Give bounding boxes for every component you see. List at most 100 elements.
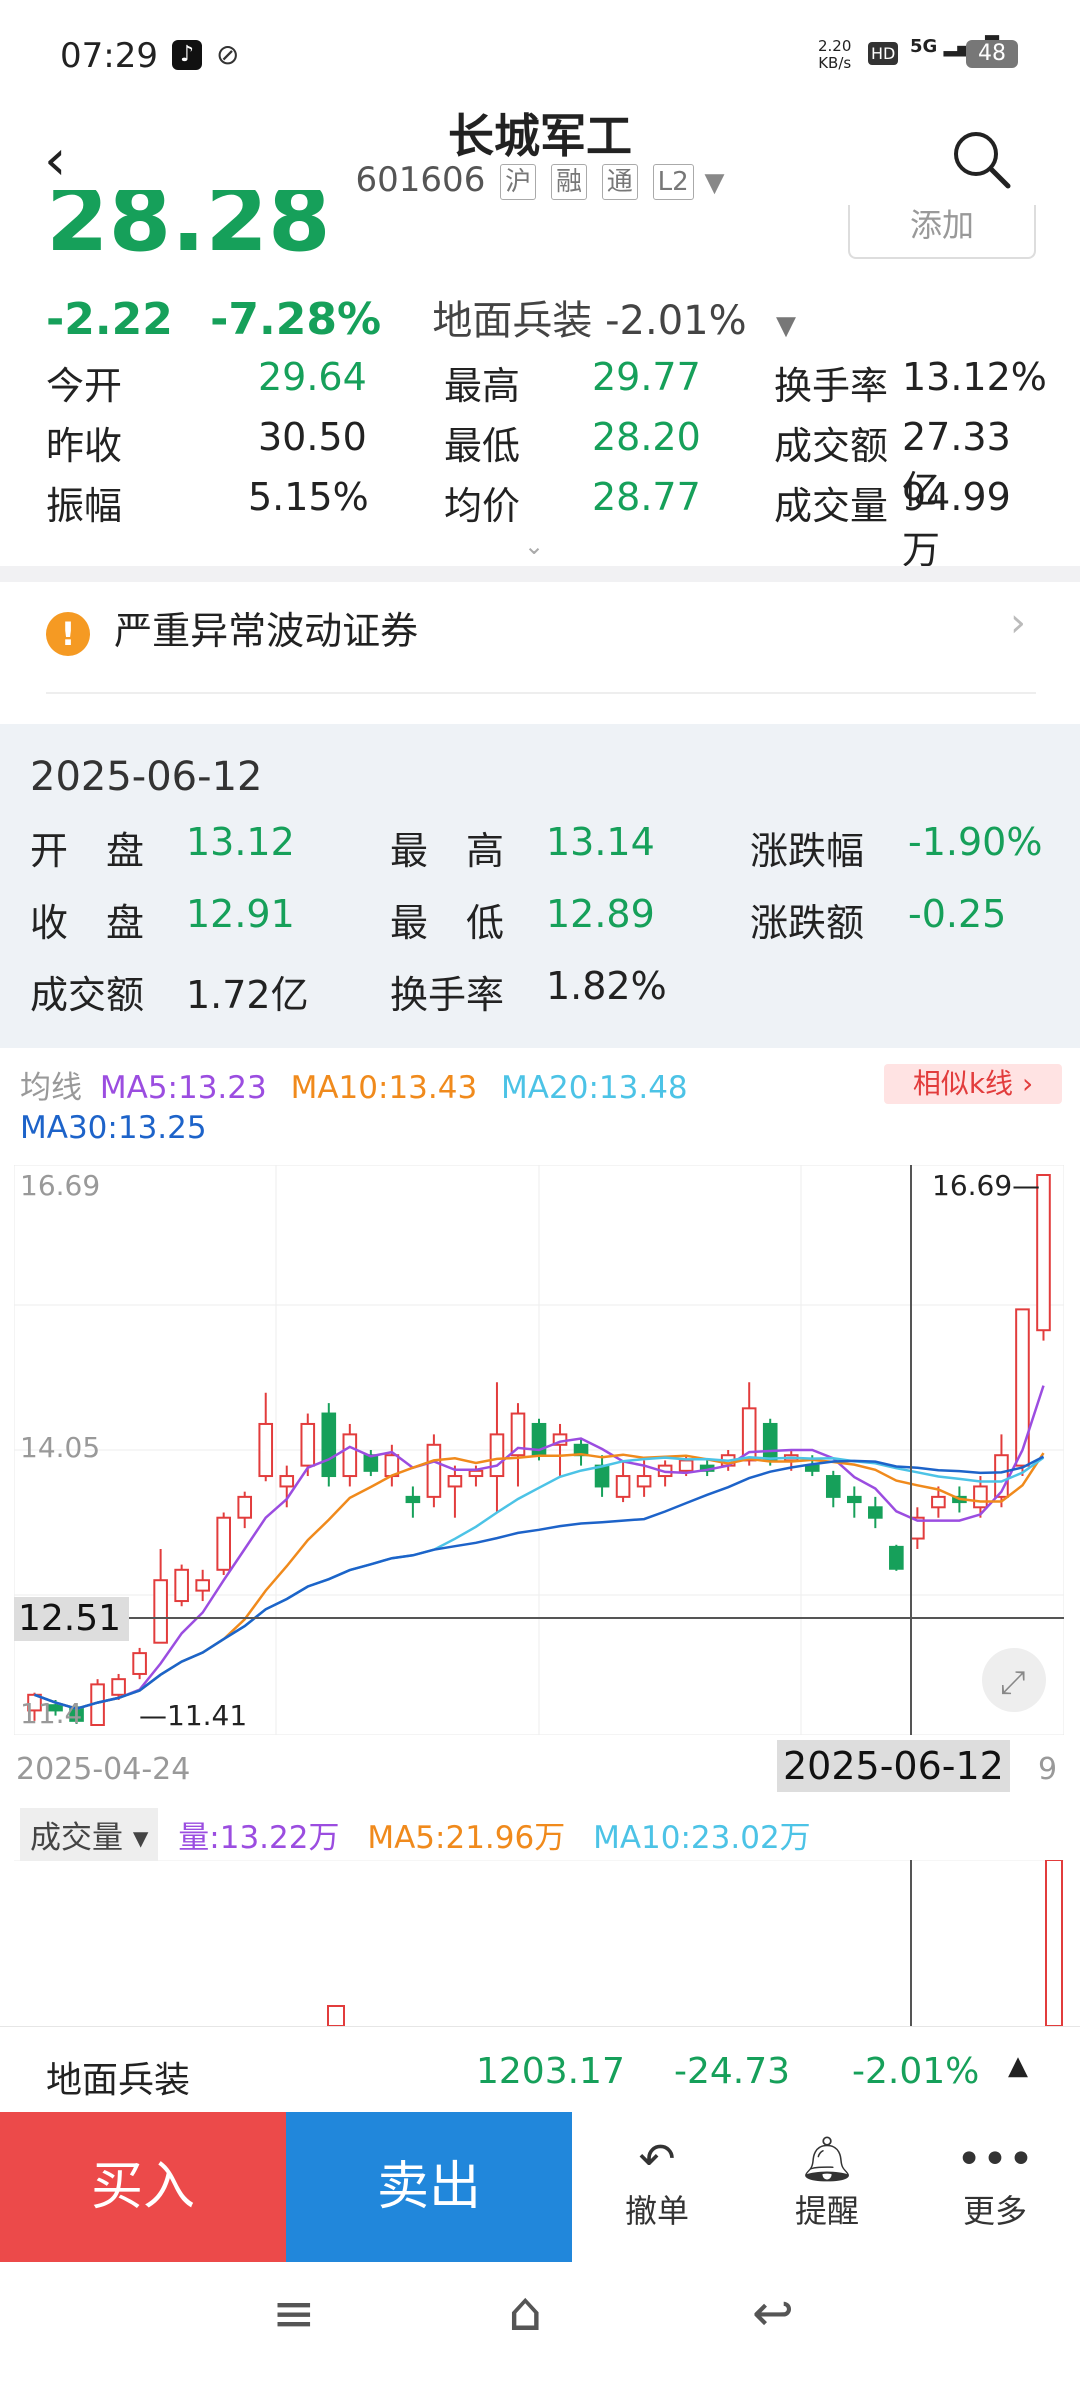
bell-icon: 🔔︎	[799, 2134, 855, 2185]
page-title: 长城军工	[448, 109, 632, 163]
menu-icon[interactable]: ≡	[272, 2284, 316, 2344]
volume-chart	[14, 1860, 1064, 2026]
current-price: 28.28	[46, 190, 331, 260]
tag-connect: 通	[601, 163, 638, 200]
candle-body	[847, 1495, 862, 1504]
candle-detail-panel: 2025-06-12 开 盘 13.12 最 高 13.14 涨跌幅 -1.90…	[0, 724, 1080, 1048]
tag-l2: L2	[652, 163, 694, 200]
ma30-value: MA30:13.25	[20, 1110, 207, 1146]
candle-body	[405, 1495, 421, 1504]
stats-panel: 今开 29.64 最高 29.77 换手率 13.12% 昨收 30.50 最低…	[46, 355, 1047, 572]
sector-name[interactable]: 地面兵装 -2.01%	[432, 298, 746, 344]
volume-value: 量:13.22万	[178, 1820, 340, 1856]
chevron-right-icon: ›	[1010, 600, 1026, 646]
detail-label: 成交额	[30, 973, 145, 1017]
cancel-label: 撤单	[624, 2192, 689, 2230]
volume-legend: 成交量 ▾ 量:13.22万 MA5:21.96万 MA10:23.02万	[20, 1808, 1060, 1861]
stat-label: 振幅	[46, 484, 123, 528]
candle-body	[132, 1652, 147, 1675]
ma20-value: MA20:13.48	[501, 1070, 688, 1106]
candle-body	[111, 1678, 126, 1696]
network-speed: 2.20 KB/s	[818, 37, 852, 72]
chevron-down-icon: ▼	[704, 168, 725, 198]
stat-high: 29.77	[592, 355, 701, 399]
stat-label: 最低	[444, 424, 521, 468]
back-nav-icon[interactable]: ↩	[752, 2284, 794, 2342]
candle-body	[174, 1568, 189, 1603]
x-axis-start-date: 2025-04-24	[16, 1752, 191, 1787]
candle-body	[321, 1412, 337, 1478]
candle-body	[762, 1422, 778, 1462]
ma-label[interactable]: 均线	[20, 1070, 82, 1106]
candle-body	[342, 1433, 358, 1478]
candle-body	[594, 1464, 610, 1488]
max-price-label: 16.69—	[932, 1169, 1040, 1202]
home-icon[interactable]: ⌂	[508, 2280, 542, 2343]
detail-label: 换手率	[390, 973, 505, 1017]
candle-body	[1015, 1308, 1030, 1467]
cancel-order-button[interactable]: ↶ 撤单	[572, 2112, 742, 2262]
expand-icon[interactable]: ⌄	[524, 532, 544, 560]
candle-body	[258, 1422, 274, 1478]
sell-button[interactable]: 卖出	[286, 2112, 572, 2262]
min-price-label: —11.41	[139, 1699, 247, 1732]
detail-open: 13.12	[186, 820, 295, 864]
sector-index-bar[interactable]: 地面兵装 1203.17 -24.73 -2.01% ▲	[0, 2026, 1080, 2113]
candle-body	[889, 1545, 904, 1570]
ma5-value: MA5:13.23	[99, 1070, 267, 1106]
y-axis-mid-label: 14.05	[20, 1431, 100, 1464]
detail-amount: 1.72亿	[186, 973, 309, 1017]
more-label: 更多	[962, 2192, 1027, 2230]
stat-label: 今开	[46, 364, 123, 408]
tag-margin: 融	[550, 163, 587, 200]
stat-label: 最高	[444, 364, 521, 408]
price-change: -2.22	[46, 294, 173, 345]
detail-high: 13.14	[546, 820, 655, 864]
candle-body	[489, 1433, 505, 1478]
buy-button[interactable]: 买入	[0, 2112, 286, 2262]
search-icon[interactable]	[950, 128, 1014, 192]
stat-label: 昨收	[46, 424, 123, 468]
index-change: -24.73	[674, 2051, 791, 2092]
volume-selector[interactable]: 成交量 ▾	[20, 1808, 159, 1861]
stat-label: 成交额	[774, 424, 889, 468]
alert-row[interactable]: ! 严重异常波动证券 ›	[46, 600, 1036, 680]
chevron-up-icon: ▲	[1008, 2051, 1028, 2081]
candle-body	[153, 1579, 168, 1644]
candle-body	[973, 1485, 988, 1509]
detail-label: 最 高	[390, 829, 505, 873]
svg-text:⤢: ⤢	[1000, 1663, 1026, 1701]
x-axis-end-date: 9	[1038, 1752, 1058, 1787]
tag-sh: 沪	[500, 163, 537, 200]
divider	[46, 692, 1036, 694]
alert-label: 提醒	[794, 2192, 859, 2230]
candle-body	[426, 1443, 442, 1498]
candle-body	[931, 1495, 946, 1509]
add-watchlist-button[interactable]: 添加	[848, 205, 1036, 259]
warning-icon: !	[46, 611, 90, 656]
detail-label: 最 低	[390, 901, 505, 945]
candle-body	[237, 1495, 253, 1519]
crosshair-date: 2025-06-12	[777, 1740, 1010, 1792]
volume-ma5: MA5:21.96万	[367, 1820, 566, 1856]
y-axis-min-label: 11.4	[20, 1697, 82, 1730]
detail-label: 开 盘	[30, 829, 145, 873]
candle-body	[868, 1506, 883, 1519]
index-name: 地面兵装	[46, 2060, 191, 2101]
alert-button[interactable]: 🔔︎ 提醒	[742, 2112, 912, 2262]
candlestick-chart[interactable]: 16.69 14.05 11.4 —11.41 16.69— 12.51 ⤢	[14, 1165, 1064, 1735]
candle-body	[615, 1475, 631, 1498]
detail-label: 涨跌额	[750, 901, 865, 945]
similar-kline-button[interactable]: 相似k线 ›	[884, 1064, 1062, 1104]
stat-label: 均价	[444, 484, 521, 528]
candle-body	[216, 1516, 232, 1571]
more-icon: •••	[956, 2134, 1034, 2185]
candle-body	[678, 1459, 694, 1472]
candle-body	[825, 1475, 841, 1498]
fullscreen-icon[interactable]: ⤢	[982, 1648, 1046, 1712]
chevron-down-icon[interactable]: ▼	[776, 311, 796, 341]
index-value: 1203.17	[476, 2051, 625, 2092]
status-bar: 07:29 ♪ ⊘ 2.20KB/s HD 5G ▂▄▆█ 48	[0, 30, 1080, 86]
detail-close: 12.91	[186, 892, 295, 936]
more-button[interactable]: ••• 更多	[910, 2112, 1080, 2262]
